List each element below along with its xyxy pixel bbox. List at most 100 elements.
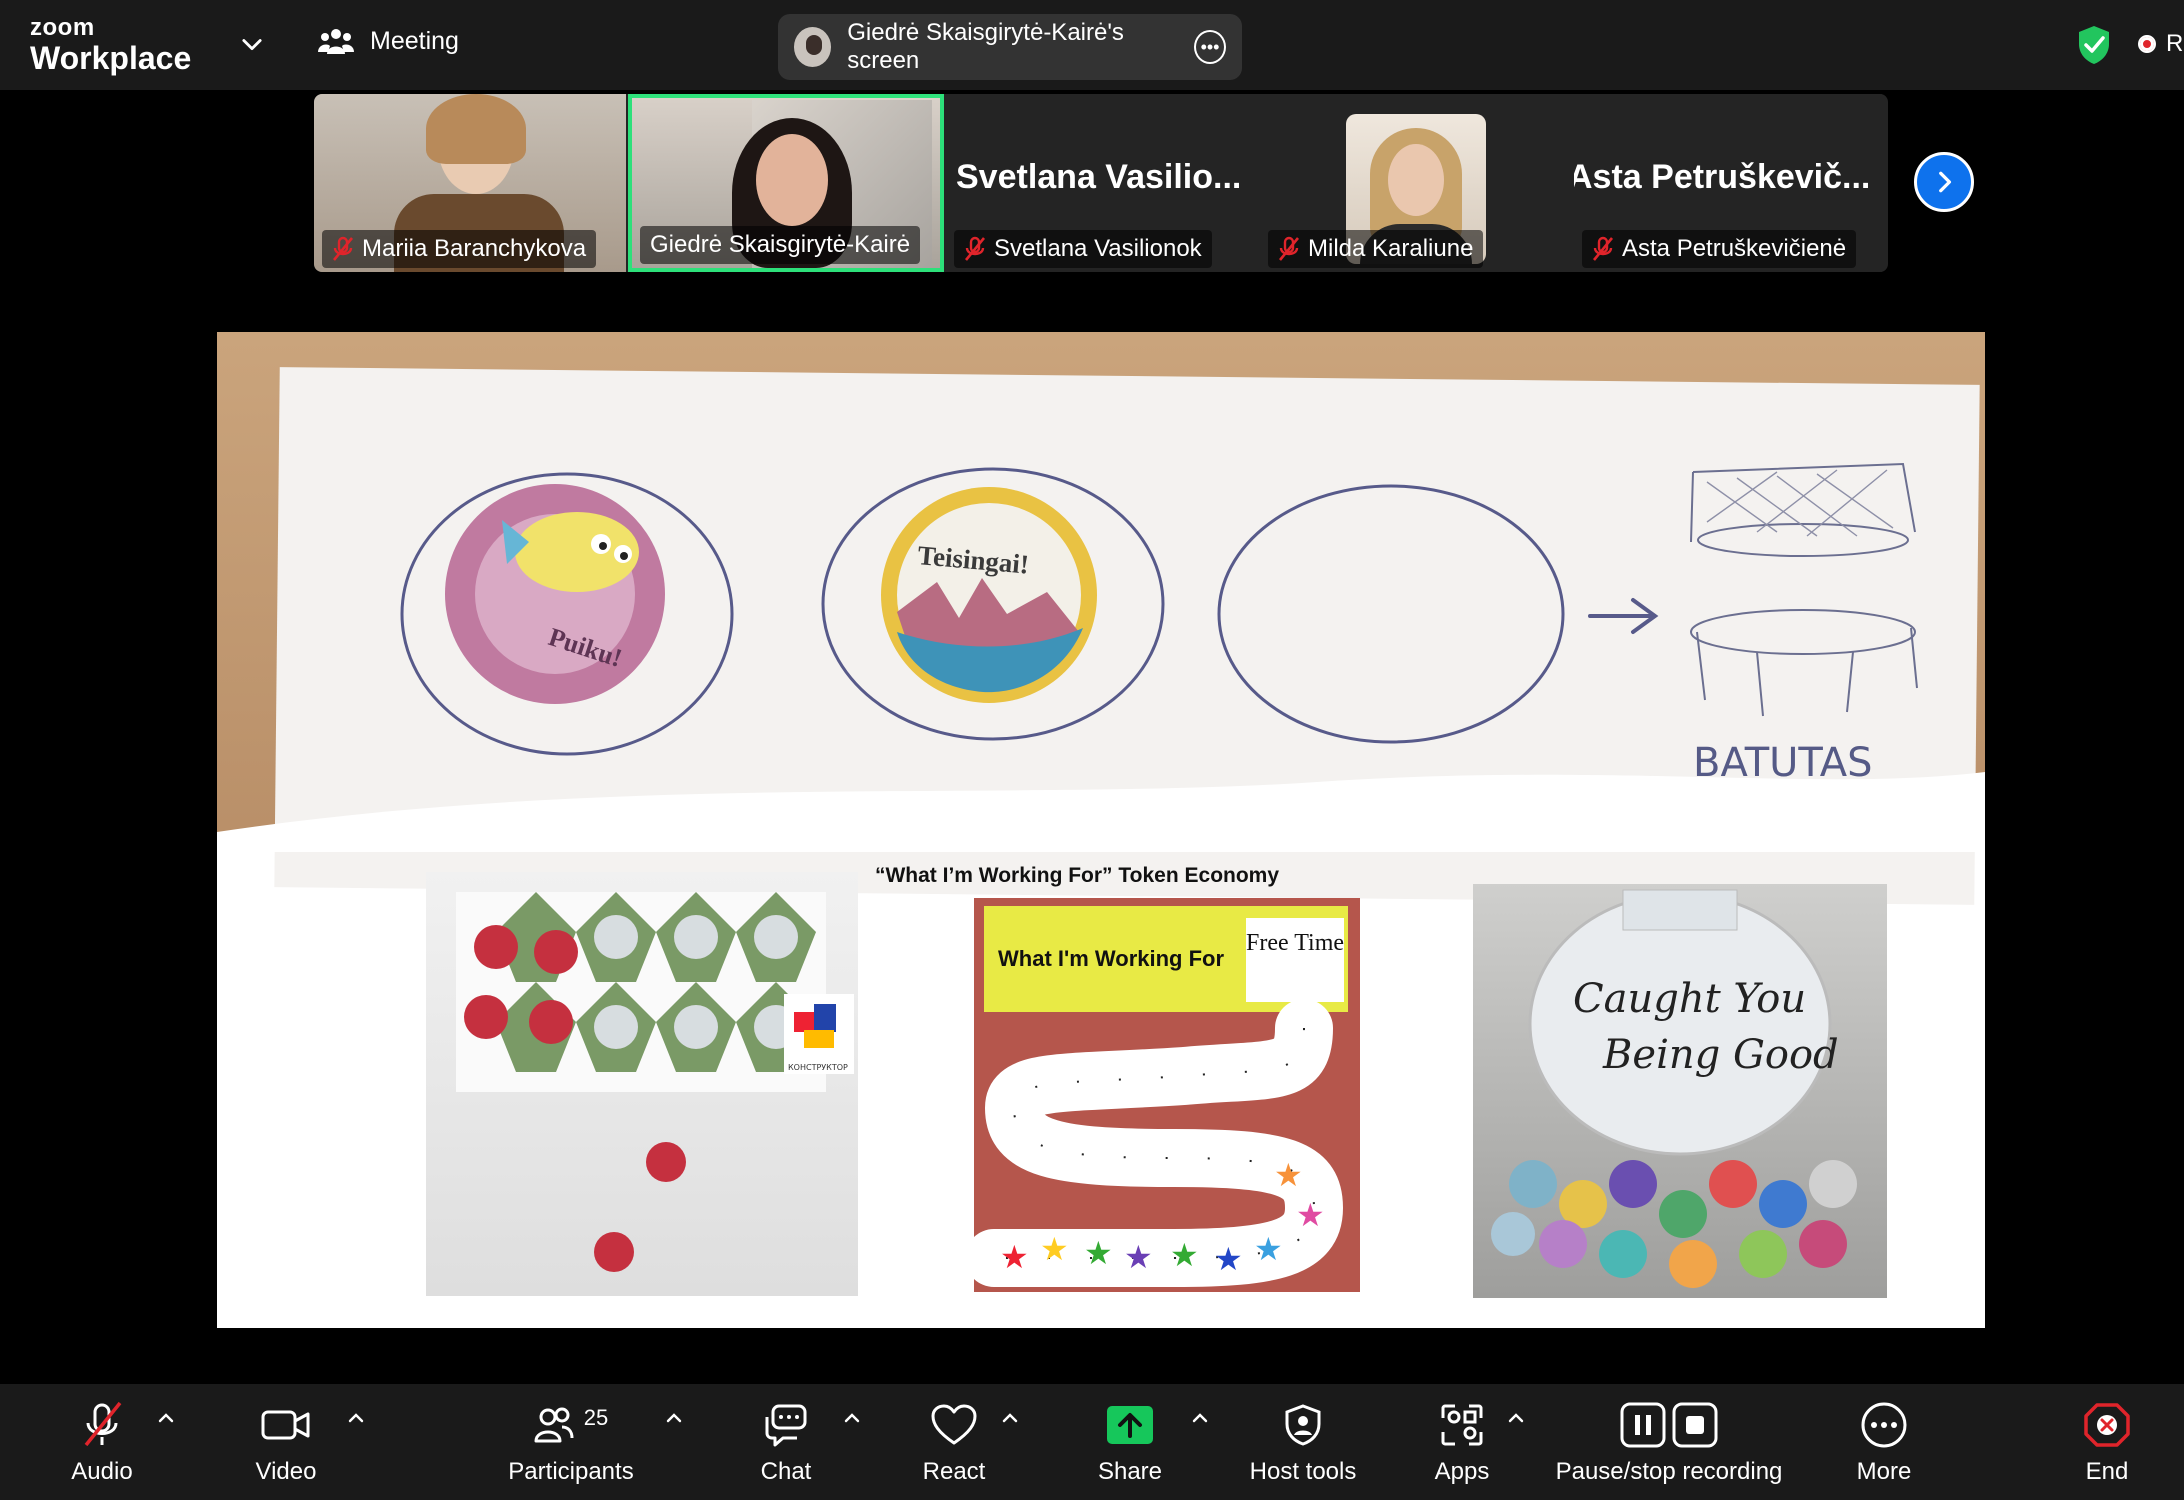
participant-name-tag: Asta Petruškevičienė bbox=[1582, 230, 1857, 268]
more-options-icon[interactable]: ••• bbox=[1194, 30, 1226, 64]
audio-button[interactable]: Audio bbox=[60, 1384, 144, 1500]
apps-icon bbox=[1441, 1404, 1483, 1446]
chat-button[interactable]: Chat bbox=[746, 1384, 826, 1500]
participants-count: 25 bbox=[583, 1405, 609, 1430]
react-button[interactable]: React bbox=[910, 1384, 998, 1500]
chat-icon bbox=[765, 1404, 807, 1447]
pause-stop-recording-label: Pause/stop recording bbox=[1555, 1458, 1783, 1485]
chat-options-caret-icon[interactable] bbox=[842, 1408, 862, 1428]
react-label: React bbox=[922, 1458, 986, 1485]
meeting-toolbar: Audio Video 25 Participants Chat React S… bbox=[0, 1384, 2184, 1500]
apps-options-caret-icon[interactable] bbox=[1506, 1408, 1526, 1428]
screen-share-label: Giedrė Skaisgirytė-Kairė's screen bbox=[847, 19, 1124, 74]
participant-tile-active-speaker[interactable]: Giedrė Skaisgirytė-Kairė bbox=[628, 94, 944, 272]
svg-text:★: ★ bbox=[1124, 1238, 1153, 1276]
participant-strip: Mariia Baranchykova Giedrė Skaisgirytė-K… bbox=[314, 94, 1888, 272]
participant-name-tag: Giedrė Skaisgirytė-Kairė bbox=[640, 226, 921, 264]
participants-options-caret-icon[interactable] bbox=[664, 1408, 684, 1428]
participant-name-tag: Milda Karaliune bbox=[1268, 230, 1484, 268]
react-options-caret-icon[interactable] bbox=[1000, 1408, 1020, 1428]
caught-you-being-good-jar-image: Caught You Being Good bbox=[1473, 884, 1887, 1298]
screen-share-pill[interactable]: Giedrė Skaisgirytė-Kairė's screen ••• bbox=[778, 14, 1242, 80]
mic-muted-icon bbox=[1592, 236, 1614, 261]
participant-tile[interactable]: Mariia Baranchykova bbox=[314, 94, 626, 272]
share-button[interactable]: Share bbox=[1090, 1384, 1170, 1500]
svg-text:★: ★ bbox=[1170, 1236, 1199, 1274]
svg-text:★: ★ bbox=[1214, 1240, 1243, 1278]
more-label: More bbox=[1856, 1458, 1912, 1485]
end-button[interactable]: End bbox=[2074, 1384, 2140, 1500]
pause-stop-recording-button[interactable]: Pause/stop recording bbox=[1554, 1384, 1784, 1500]
ladybug-board-drawing: КОНСТРУКТОР bbox=[456, 892, 854, 1272]
recording-indicator[interactable]: R bbox=[2138, 30, 2183, 58]
svg-text:★: ★ bbox=[1084, 1234, 1113, 1272]
recording-label: R bbox=[2166, 30, 2184, 57]
svg-text:Being Good: Being Good bbox=[1602, 1032, 1839, 1078]
more-dots-icon bbox=[1861, 1402, 1907, 1448]
meeting-label: Meeting bbox=[370, 26, 459, 55]
participants-icon bbox=[534, 1407, 574, 1443]
participants-button[interactable]: 25 Participants bbox=[500, 1384, 642, 1500]
chevron-down-icon[interactable] bbox=[238, 30, 266, 58]
participant-big-name: Asta Petruškevič... bbox=[1574, 158, 1871, 196]
host-tools-button[interactable]: Host tools bbox=[1244, 1384, 1362, 1500]
participant-face bbox=[756, 134, 828, 226]
pause-icon bbox=[1620, 1402, 1666, 1448]
participant-name: Giedrė Skaisgirytė-Kairė bbox=[650, 231, 911, 258]
participant-tile[interactable]: Asta Petruškevič... Asta Petruškevičienė bbox=[1574, 94, 1886, 272]
mic-muted-icon bbox=[1278, 236, 1300, 261]
slide-drawing: Puiku! Teisingai! BATUTAS bbox=[217, 462, 1985, 852]
end-label: End bbox=[2085, 1458, 2129, 1485]
svg-text:★: ★ bbox=[1274, 1156, 1303, 1194]
meeting-info-button[interactable]: Meeting bbox=[318, 26, 459, 56]
top-bar: zoom Workplace Meeting Giedrė Skaisgiryt… bbox=[0, 0, 2184, 90]
video-label: Video bbox=[255, 1458, 317, 1485]
video-camera-icon bbox=[261, 1410, 310, 1440]
participants-label: Participants bbox=[508, 1458, 634, 1485]
token-economy-board-image: What I'm Working For Free Time ★ ★ ★ ★ ★ ★ ★… bbox=[974, 898, 1360, 1292]
heart-icon bbox=[931, 1404, 977, 1445]
logo-workplace-text: Workplace bbox=[30, 40, 192, 76]
chat-label: Chat bbox=[760, 1458, 812, 1485]
paper-batutas-text: BATUTAS bbox=[1693, 740, 1873, 786]
share-options-caret-icon[interactable] bbox=[1190, 1408, 1210, 1428]
apps-button[interactable]: Apps bbox=[1422, 1384, 1502, 1500]
ladybug-token-board-image: КОНСТРУКТОР bbox=[426, 872, 858, 1296]
svg-text:Caught You: Caught You bbox=[1573, 976, 1806, 1022]
photo-face bbox=[1388, 144, 1444, 216]
video-options-caret-icon[interactable] bbox=[346, 1408, 366, 1428]
svg-text:★: ★ bbox=[1296, 1196, 1325, 1234]
mic-muted-icon bbox=[84, 1401, 122, 1447]
apps-label: Apps bbox=[1434, 1458, 1490, 1485]
more-button[interactable]: More bbox=[1844, 1384, 1924, 1500]
host-shield-icon bbox=[1285, 1404, 1321, 1446]
svg-text:★: ★ bbox=[1254, 1230, 1283, 1268]
audio-options-caret-icon[interactable] bbox=[156, 1408, 176, 1428]
end-meeting-icon bbox=[2084, 1403, 2130, 1447]
participant-tile[interactable]: Milda Karaliune bbox=[1260, 94, 1572, 272]
jar-drawing: Caught You Being Good bbox=[1491, 889, 1857, 1288]
recording-dot-icon bbox=[2138, 35, 2156, 53]
mic-muted-icon bbox=[964, 236, 986, 261]
share-label: Share bbox=[1097, 1458, 1163, 1485]
chevron-right-icon bbox=[1939, 171, 1952, 193]
participant-name-tag: Mariia Baranchykova bbox=[322, 230, 597, 268]
participant-hair bbox=[426, 94, 526, 164]
sharer-avatar bbox=[794, 27, 832, 67]
participant-name: Svetlana Vasilionok bbox=[994, 235, 1202, 262]
video-button[interactable]: Video bbox=[244, 1384, 328, 1500]
stop-icon bbox=[1672, 1402, 1718, 1448]
token-economy-caption: “What I’m Working For” Token Economy bbox=[874, 864, 1280, 887]
svg-text:★: ★ bbox=[1000, 1238, 1029, 1276]
svg-text:КОНСТРУКТОР: КОНСТРУКТОР bbox=[788, 1063, 848, 1072]
participant-name: Asta Petruškevičienė bbox=[1622, 235, 1847, 262]
next-page-button[interactable] bbox=[1914, 152, 1974, 212]
shared-slide: Puiku! Teisingai! BATUTAS КОНСТРУКТОР “W… bbox=[217, 332, 1985, 1328]
people-icon bbox=[318, 29, 354, 54]
participant-name: Milda Karaliune bbox=[1308, 235, 1474, 262]
secure-shield-icon[interactable] bbox=[2076, 24, 2112, 66]
share-screen-icon bbox=[1107, 1406, 1153, 1444]
mic-muted-icon bbox=[332, 236, 354, 261]
participant-tile[interactable]: Svetlana Vasilio... Svetlana Vasilionok bbox=[946, 94, 1258, 272]
audio-label: Audio bbox=[71, 1458, 133, 1485]
